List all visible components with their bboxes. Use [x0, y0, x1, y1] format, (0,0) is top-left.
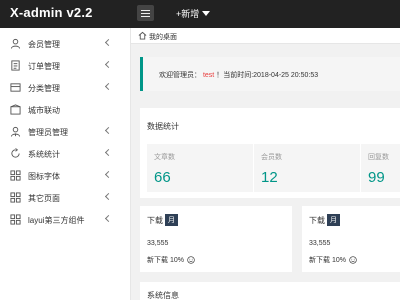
sidebar-item-label: 其它页面	[28, 194, 60, 203]
sidebar-item-layui-components[interactable]: layui第三方组件	[0, 209, 131, 231]
month-badge: 月	[165, 214, 178, 226]
welcome-banner: 欢迎管理员： test ！当前时间:2018-04-25 20:50:53	[140, 57, 400, 91]
download-title-label: 下载	[309, 216, 325, 225]
chevron-left-icon	[104, 126, 113, 135]
welcome-time: ！当前时间:2018-04-25 20:50:53	[216, 72, 319, 79]
sidebar-item-label: 城市联动	[28, 106, 60, 115]
components-icon	[10, 214, 21, 225]
add-new-label: +新增	[176, 9, 200, 19]
home-icon	[138, 31, 147, 40]
download-growth: 新下载 10%	[147, 255, 195, 265]
download-growth-label: 新下载 10%	[309, 257, 346, 264]
chevron-left-icon	[104, 170, 113, 179]
hamburger-line	[141, 16, 150, 17]
tab-strip: 我的桌面	[131, 28, 400, 44]
download-count: 33,555	[309, 240, 331, 247]
sidebar-item-label: 订单管理	[28, 62, 60, 71]
download-card: 下载月 33,555 新下载 10%	[140, 206, 292, 272]
chevron-left-icon	[104, 192, 113, 201]
stat-box-members[interactable]: 会员数 12	[254, 144, 360, 192]
download-title-label: 下载	[147, 216, 163, 225]
add-new-dropdown[interactable]: +新增	[176, 7, 211, 20]
stat-label: 会员数	[261, 154, 282, 161]
category-icon	[10, 83, 21, 92]
sidebar-item-label: 系统统计	[28, 150, 60, 159]
welcome-prefix: 欢迎管理员：	[159, 72, 201, 79]
sidebar-item-admins[interactable]: 管理员管理	[0, 121, 131, 143]
smile-icon	[349, 256, 357, 264]
stats-title: 数据统计	[147, 122, 179, 131]
system-info-title: 系统信息	[147, 291, 179, 300]
hamburger-line	[141, 13, 150, 14]
system-info-card: 系统信息	[140, 282, 400, 300]
download-card: 下载月 33,555 新下载 10%	[302, 206, 400, 272]
sidebar-item-icon-font[interactable]: 图标字体	[0, 165, 131, 187]
stat-box-articles[interactable]: 文章数 66	[147, 144, 253, 192]
caret-down-icon	[202, 11, 211, 16]
chevron-left-icon	[104, 60, 113, 69]
month-badge: 月	[327, 214, 340, 226]
stat-value: 99	[368, 169, 385, 186]
download-count: 33,555	[147, 240, 169, 247]
sidebar-item-city[interactable]: 城市联动	[0, 99, 131, 121]
top-navbar: X-admin v2.2 +新增	[0, 0, 400, 28]
city-icon	[10, 104, 21, 115]
sidebar-item-label: 分类管理	[28, 84, 60, 93]
chevron-left-icon	[104, 38, 113, 47]
user-icon	[10, 38, 21, 49]
chevron-left-icon	[104, 148, 113, 157]
stat-value: 66	[154, 169, 171, 186]
smile-icon	[187, 256, 195, 264]
sidebar-item-label: 管理员管理	[28, 128, 68, 137]
stat-label: 文章数	[154, 154, 175, 161]
welcome-username: test	[202, 72, 215, 79]
pages-icon	[10, 192, 21, 203]
hamburger-line	[141, 10, 150, 11]
menu-toggle-button[interactable]	[137, 5, 154, 21]
stats-icon	[11, 148, 20, 158]
sidebar-item-orders[interactable]: 订单管理	[0, 55, 131, 77]
chevron-left-icon	[104, 82, 113, 91]
sidebar-item-stats[interactable]: 系统统计	[0, 143, 131, 165]
sidebar-item-label: layui第三方组件	[28, 216, 85, 225]
sidebar-item-label: 会员管理	[28, 40, 60, 49]
sidebar: 会员管理 订单管理 分类管理 城市联动 管理员管理 系统统计 图标字体 其它页面…	[0, 28, 131, 300]
app-logo[interactable]: X-admin v2.2	[10, 5, 93, 20]
order-icon	[11, 60, 20, 71]
sidebar-item-members[interactable]: 会员管理	[0, 33, 131, 55]
welcome-text: 欢迎管理员： test ！当前时间:2018-04-25 20:50:53	[159, 70, 318, 80]
stat-value: 12	[261, 169, 278, 186]
sidebar-item-other-pages[interactable]: 其它页面	[0, 187, 131, 209]
sidebar-item-label: 图标字体	[28, 172, 60, 181]
download-title: 下载月	[309, 214, 340, 226]
download-growth-label: 新下载 10%	[147, 257, 184, 264]
sidebar-item-categories[interactable]: 分类管理	[0, 77, 131, 99]
download-growth: 新下载 10%	[309, 255, 357, 265]
stat-label: 回复数	[368, 154, 389, 161]
stat-box-replies[interactable]: 回复数 99	[361, 144, 400, 192]
font-icon	[10, 170, 21, 181]
download-title: 下载月	[147, 214, 178, 226]
admin-icon	[10, 126, 21, 137]
chevron-left-icon	[104, 214, 113, 223]
tab-home[interactable]: 我的桌面	[149, 32, 177, 42]
